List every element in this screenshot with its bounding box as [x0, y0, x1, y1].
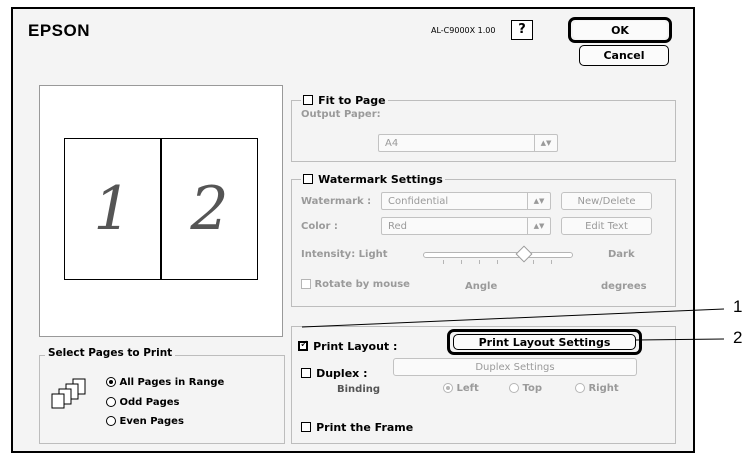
callout-lines — [301, 308, 725, 341]
callout-1: 1 — [733, 297, 743, 316]
callout-2: 2 — [733, 328, 743, 347]
